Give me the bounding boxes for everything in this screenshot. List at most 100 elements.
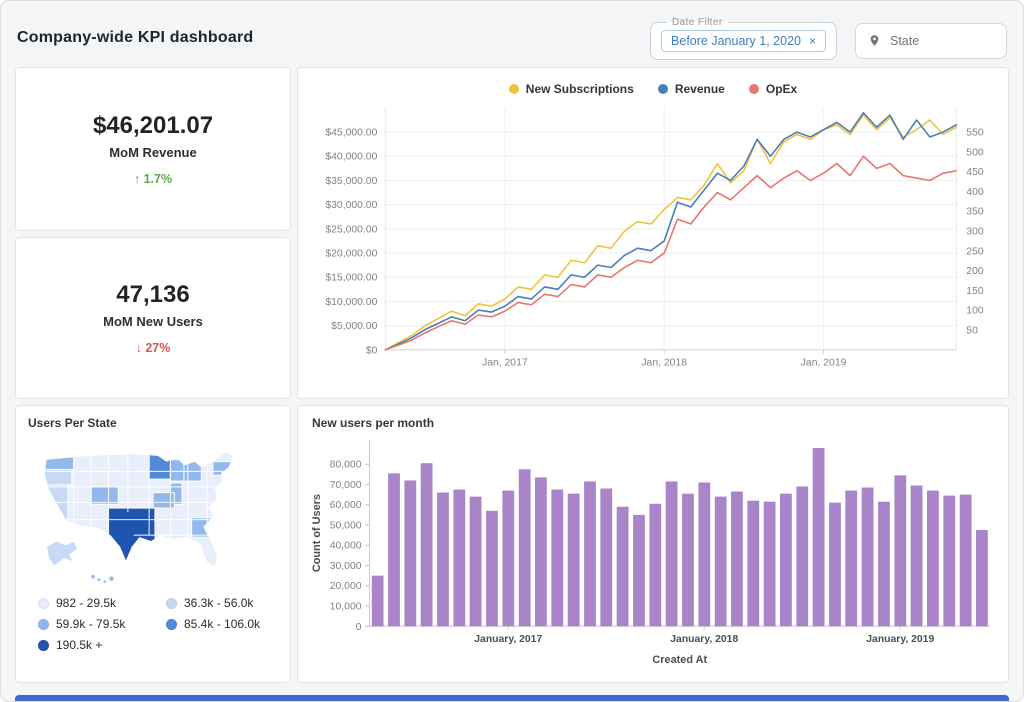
filter-bar: Date Filter Before January 1, 2020 × Sta… [650,16,1007,60]
date-filter[interactable]: Date Filter Before January 1, 2020 × [650,16,837,60]
arrow-down-icon: ↓ [135,341,142,355]
series-dot [657,84,668,94]
svg-text:20,000: 20,000 [330,581,362,592]
svg-text:200: 200 [966,266,984,277]
svg-text:$20,000.00: $20,000.00 [325,249,377,260]
kpi-value: 47,136 [116,281,190,308]
svg-text:Jan, 2018: Jan, 2018 [641,358,687,369]
svg-text:250: 250 [966,246,984,257]
kpi-card-mom-revenue: $46,201.07 MoM Revenue ↑ 1.7% [15,67,291,231]
right-column: New Subscriptions Revenue OpEx $0 $5,000.… [297,67,1009,683]
remove-filter-icon[interactable]: × [809,34,816,48]
next-card-edge [15,695,1009,701]
kpi-card-mom-new-users: 47,136 MoM New Users ↓ 27% [15,237,291,399]
svg-text:50,000: 50,000 [330,520,362,531]
series-dot [508,84,519,94]
svg-text:70,000: 70,000 [330,480,362,491]
card-title: Users Per State [28,416,117,430]
users-per-state-card: Users Per State 982 - 29.5k 36.3k - 56.0… [15,405,291,683]
us-choropleth-map[interactable] [37,436,269,586]
series-label: New Subscriptions [525,82,634,96]
svg-text:$5,000.00: $5,000.00 [331,321,377,332]
svg-text:$30,000.00: $30,000.00 [325,200,377,211]
legend-swatch [38,618,49,630]
date-filter-label: Date Filter [672,16,723,28]
map-legend: 982 - 29.5k 36.3k - 56.0k 59.9k - 79.5k … [38,596,278,652]
svg-text:January, 2018: January, 2018 [670,634,738,645]
kpi-delta: ↓ 27% [136,341,171,355]
date-filter-value: Before January 1, 2020 [671,33,801,48]
legend-swatch [38,639,49,651]
left-column: $46,201.07 MoM Revenue ↑ 1.7% 47,136 MoM… [15,67,291,683]
map-legend-item: 59.9k - 79.5k [38,617,156,631]
svg-text:Jan, 2019: Jan, 2019 [801,358,847,369]
svg-text:$0: $0 [366,345,378,356]
legend-label: 190.5k + [56,638,103,652]
legend-item-new-subscriptions[interactable]: New Subscriptions [508,82,634,96]
svg-text:450: 450 [966,167,984,178]
svg-text:500: 500 [966,147,984,158]
kpi-trend-card: New Subscriptions Revenue OpEx $0 $5,000.… [297,67,1009,399]
kpi-label: MoM Revenue [109,145,197,160]
map-legend-item: 85.4k - 106.0k [166,617,278,631]
svg-text:550: 550 [966,128,984,139]
svg-text:$45,000.00: $45,000.00 [325,128,377,139]
series-label: OpEx [765,82,798,96]
alaska-shape [46,540,79,567]
card-title: New users per month [312,416,435,430]
svg-text:$40,000.00: $40,000.00 [325,152,377,163]
legend-label: 982 - 29.5k [56,596,117,610]
location-pin-icon [870,35,879,46]
date-filter-chip[interactable]: Before January 1, 2020 × [661,29,826,52]
svg-text:$10,000.00: $10,000.00 [325,297,377,308]
svg-text:0: 0 [356,622,362,633]
map-legend-item: 190.5k + [38,638,156,652]
svg-text:50: 50 [966,325,978,336]
new-users-bar-chart[interactable]: 0 10,000 20,000 30,000 40,000 50,000 60,000 70,… [306,430,1000,668]
svg-text:400: 400 [966,187,984,198]
svg-text:Count of Users: Count of Users [311,494,323,572]
kpi-value: $46,201.07 [92,112,214,139]
page-title: Company-wide KPI dashboard [17,29,254,46]
legend-item-revenue[interactable]: Revenue [657,82,725,96]
svg-text:150: 150 [966,286,984,297]
map-legend-item: 982 - 29.5k [38,596,156,610]
svg-text:$25,000.00: $25,000.00 [325,224,377,235]
svg-text:60,000: 60,000 [330,500,362,511]
series-legend: New Subscriptions Revenue OpEx [306,82,1000,96]
legend-swatch [166,597,177,609]
legend-label: 59.9k - 79.5k [56,617,126,631]
legend-item-opex[interactable]: OpEx [748,82,798,96]
dashboard-grid: $46,201.07 MoM Revenue ↑ 1.7% 47,136 MoM… [1,67,1023,683]
kpi-delta-value: 27% [145,341,171,355]
svg-text:Created At: Created At [652,654,707,666]
legend-label: 36.3k - 56.0k [184,596,254,610]
arrow-up-icon: ↑ [133,172,141,186]
dashboard-header: Company-wide KPI dashboard Date Filter B… [1,1,1023,67]
svg-text:80,000: 80,000 [330,460,362,471]
kpi-trend-line-chart[interactable]: $0 $5,000.00 $10,000.00 $15,000.00 $20,000.0… [306,96,1000,378]
svg-text:100: 100 [966,306,984,317]
svg-text:350: 350 [966,207,984,218]
svg-text:300: 300 [966,227,984,238]
series-label: Revenue [674,82,725,96]
svg-text:Jan, 2017: Jan, 2017 [482,358,528,369]
svg-text:30,000: 30,000 [330,561,362,572]
map-legend-item: 36.3k - 56.0k [166,596,278,610]
svg-text:10,000: 10,000 [330,602,362,613]
series-dot [748,84,759,94]
svg-text:$15,000.00: $15,000.00 [325,273,377,284]
state-filter-placeholder: State [890,33,920,48]
kpi-delta: ↑ 1.7% [134,172,172,186]
svg-text:January, 2017: January, 2017 [474,634,542,645]
svg-text:40,000: 40,000 [330,541,362,552]
legend-swatch [38,597,49,609]
svg-text:$35,000.00: $35,000.00 [325,176,377,187]
kpi-delta-value: 1.7% [143,172,173,186]
dashboard-frame: Company-wide KPI dashboard Date Filter B… [0,0,1024,702]
new-users-per-month-card: New users per month 0 10,000 20,000 30,000 4… [297,405,1009,683]
state-filter[interactable]: State [855,22,1007,59]
svg-text:January, 2019: January, 2019 [866,634,934,645]
legend-swatch [166,618,177,630]
kpi-label: MoM New Users [103,314,203,329]
